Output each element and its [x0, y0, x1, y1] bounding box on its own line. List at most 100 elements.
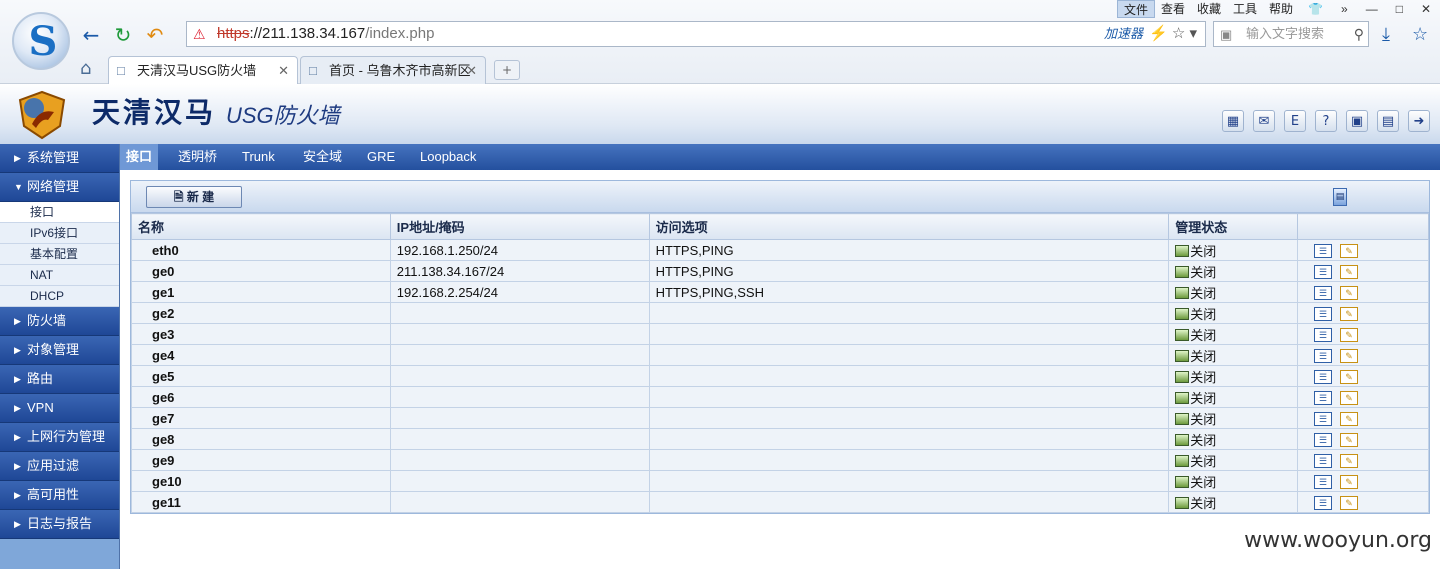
- back-arrow-icon[interactable]: ←: [80, 24, 102, 46]
- minimize-button[interactable]: —: [1357, 0, 1387, 18]
- details-icon[interactable]: ☰: [1314, 432, 1333, 447]
- edit-icon[interactable]: ✎: [1340, 348, 1359, 363]
- tab-firewall[interactable]: □ 天清汉马USG防火墙 ✕: [108, 56, 298, 84]
- tab-security-zone[interactable]: 安全域: [303, 144, 342, 170]
- star-icon[interactable]: ⚡ ☆ ▾: [1149, 22, 1197, 46]
- table-row[interactable]: ge0 211.138.34.167/24 HTTPS,PING 关闭 ☰ ✎: [131, 260, 1429, 282]
- refresh-icon[interactable]: ↻: [112, 24, 134, 46]
- edit-icon[interactable]: ✎: [1340, 327, 1359, 342]
- sidebar-menu-ha[interactable]: ▶ 高可用性: [0, 481, 119, 510]
- accelerator-label[interactable]: 加速器: [1104, 22, 1143, 46]
- menu-view[interactable]: 查看: [1155, 0, 1191, 18]
- table-row[interactable]: ge10 关闭 ☰ ✎: [131, 470, 1429, 492]
- sidebar-menu-network[interactable]: ▼ 网络管理: [0, 173, 119, 202]
- status-monitor-icon[interactable]: [1175, 412, 1190, 425]
- sidebar-menu-behavior[interactable]: ▶ 上网行为管理: [0, 423, 119, 452]
- status-monitor-icon[interactable]: [1175, 328, 1190, 341]
- search-icon[interactable]: ⚲: [1354, 22, 1364, 46]
- details-icon[interactable]: ☰: [1314, 285, 1333, 300]
- edit-icon[interactable]: ✎: [1340, 264, 1359, 279]
- table-row[interactable]: ge1 192.168.2.254/24 HTTPS,PING,SSH 关闭 ☰ ✎: [131, 281, 1429, 303]
- download-icon[interactable]: ⤓: [1382, 24, 1390, 45]
- sidebar-menu-vpn[interactable]: ▶ VPN: [0, 394, 119, 423]
- logout-icon[interactable]: ➜: [1408, 110, 1430, 132]
- search-input[interactable]: ▣ 输入文字搜索 ⚲: [1213, 21, 1369, 47]
- edit-icon[interactable]: ✎: [1340, 453, 1359, 468]
- address-bar[interactable]: ⚠ https://211.138.34.167/index.php 加速器 ⚡…: [186, 21, 1206, 47]
- status-monitor-icon[interactable]: [1175, 433, 1190, 446]
- table-row[interactable]: ge5 关闭 ☰ ✎: [131, 365, 1429, 387]
- sidebar-menu-system[interactable]: ▶ 系统管理: [0, 144, 119, 173]
- sidebar-item-interface[interactable]: 接口: [0, 202, 119, 223]
- edit-icon[interactable]: ✎: [1340, 411, 1359, 426]
- monitor-icon[interactable]: ▣: [1346, 110, 1368, 132]
- details-icon[interactable]: ☰: [1314, 348, 1333, 363]
- search-engine-icon[interactable]: ▣: [1220, 23, 1232, 47]
- col-ip[interactable]: IP地址/掩码: [389, 213, 650, 240]
- sidebar-menu-firewall[interactable]: ▶ 防火墙: [0, 307, 119, 336]
- edit-icon[interactable]: ✎: [1340, 243, 1359, 258]
- cert-warning-icon[interactable]: ⚠: [193, 26, 209, 42]
- table-row[interactable]: ge2 关闭 ☰ ✎: [131, 302, 1429, 324]
- edit-icon[interactable]: ✎: [1340, 495, 1359, 510]
- close-window-button[interactable]: ✕: [1412, 0, 1440, 18]
- chat-icon[interactable]: ✉: [1253, 110, 1275, 132]
- tab-close-icon[interactable]: ✕: [466, 57, 477, 84]
- details-icon[interactable]: ☰: [1314, 453, 1333, 468]
- table-row[interactable]: ge3 关闭 ☰ ✎: [131, 323, 1429, 345]
- status-monitor-icon[interactable]: [1175, 391, 1190, 404]
- sidebar-item-ipv6-interface[interactable]: IPv6接口: [0, 223, 119, 244]
- edit-icon[interactable]: ✎: [1340, 306, 1359, 321]
- tab-close-icon[interactable]: ✕: [278, 57, 289, 84]
- status-monitor-icon[interactable]: [1175, 496, 1190, 509]
- details-icon[interactable]: ☰: [1314, 390, 1333, 405]
- col-access[interactable]: 访问选项: [648, 213, 1170, 240]
- details-icon[interactable]: ☰: [1314, 264, 1333, 279]
- menu-file[interactable]: 文件: [1116, 0, 1155, 18]
- help-icon[interactable]: ?: [1315, 110, 1337, 132]
- edit-icon[interactable]: ✎: [1340, 432, 1359, 447]
- details-icon[interactable]: ☰: [1314, 369, 1333, 384]
- edit-icon[interactable]: ✎: [1340, 390, 1359, 405]
- export-icon[interactable]: ▤: [1333, 188, 1347, 206]
- home-icon[interactable]: ⌂: [80, 58, 91, 79]
- sidebar-menu-app-filter[interactable]: ▶ 应用过滤: [0, 452, 119, 481]
- status-monitor-icon[interactable]: [1175, 265, 1190, 278]
- status-monitor-icon[interactable]: [1175, 454, 1190, 467]
- table-row[interactable]: ge4 关闭 ☰ ✎: [131, 344, 1429, 366]
- address-url[interactable]: https://211.138.34.167/index.php: [217, 22, 434, 46]
- details-icon[interactable]: ☰: [1314, 243, 1333, 258]
- details-icon[interactable]: ☰: [1314, 306, 1333, 321]
- tab-transparent-bridge[interactable]: 透明桥: [178, 144, 217, 170]
- tab-trunk[interactable]: Trunk: [242, 144, 275, 170]
- tab-loopback[interactable]: Loopback: [420, 144, 476, 170]
- language-icon[interactable]: E: [1284, 110, 1306, 132]
- details-icon[interactable]: ☰: [1314, 327, 1333, 342]
- edit-icon[interactable]: ✎: [1340, 474, 1359, 489]
- favorites-star-icon[interactable]: ☆: [1412, 24, 1428, 45]
- sidebar-menu-logs[interactable]: ▶ 日志与报告: [0, 510, 119, 539]
- status-monitor-icon[interactable]: [1175, 244, 1190, 257]
- edit-icon[interactable]: ✎: [1340, 285, 1359, 300]
- sidebar-item-nat[interactable]: NAT: [0, 265, 119, 286]
- status-monitor-icon[interactable]: [1175, 475, 1190, 488]
- menu-help[interactable]: 帮助: [1263, 0, 1299, 18]
- status-monitor-icon[interactable]: [1175, 349, 1190, 362]
- status-monitor-icon[interactable]: [1175, 370, 1190, 383]
- details-icon[interactable]: ☰: [1314, 495, 1333, 510]
- new-button[interactable]: 🗎 新 建: [146, 186, 242, 208]
- tab-gre[interactable]: GRE: [367, 144, 395, 170]
- sidebar-menu-routing[interactable]: ▶ 路由: [0, 365, 119, 394]
- table-row[interactable]: ge9 关闭 ☰ ✎: [131, 449, 1429, 471]
- details-icon[interactable]: ☰: [1314, 411, 1333, 426]
- expand-menu-button[interactable]: »: [1332, 0, 1357, 18]
- save-icon[interactable]: ▤: [1377, 110, 1399, 132]
- skin-icon[interactable]: 👕: [1299, 0, 1332, 18]
- undo-icon[interactable]: ↶: [144, 24, 166, 46]
- tab-homepage[interactable]: □ 首页 - 乌鲁木齐市高新区 ✕: [300, 56, 486, 84]
- tab-interface[interactable]: 接口: [120, 144, 159, 170]
- edit-icon[interactable]: ✎: [1340, 369, 1359, 384]
- status-monitor-icon[interactable]: [1175, 286, 1190, 299]
- table-row[interactable]: eth0 192.168.1.250/24 HTTPS,PING 关闭 ☰ ✎: [131, 239, 1429, 261]
- restore-button[interactable]: □: [1387, 0, 1412, 18]
